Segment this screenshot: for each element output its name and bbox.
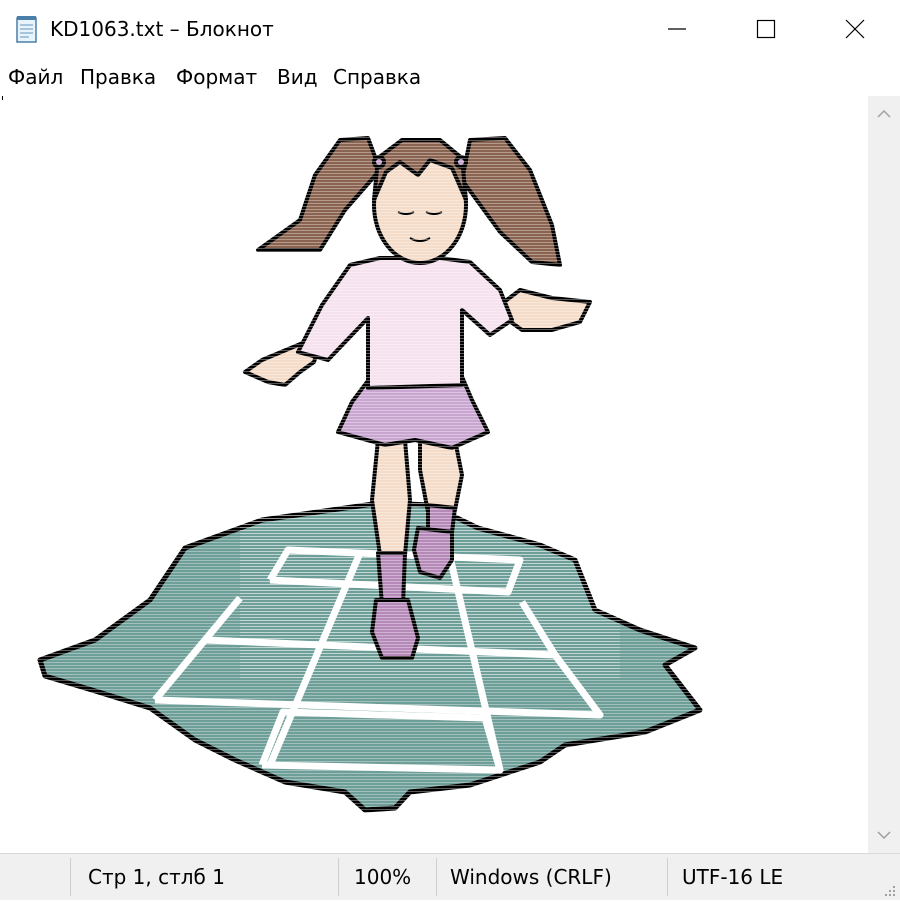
- status-bar: Стр 1, стлб 1 100% Windows (CRLF) UTF-16…: [0, 853, 900, 900]
- menu-file[interactable]: Файл: [8, 63, 63, 91]
- close-icon: [845, 19, 865, 39]
- scroll-down-button[interactable]: [868, 819, 900, 853]
- status-divider: [70, 858, 71, 896]
- cursor-position: Стр 1, стлб 1: [88, 865, 225, 889]
- vertical-scrollbar[interactable]: [868, 96, 900, 853]
- menu-help[interactable]: Справка: [333, 63, 421, 91]
- close-button[interactable]: [810, 0, 900, 58]
- minimize-icon: [668, 28, 686, 30]
- menu-view[interactable]: Вид: [277, 63, 318, 91]
- hopscotch-girl-illustration: [30, 120, 720, 820]
- menu-bar: Файл Правка Формат Вид Справка: [0, 58, 900, 96]
- chevron-up-icon: [877, 109, 891, 118]
- zoom-level: 100%: [354, 865, 412, 889]
- notepad-icon: [14, 14, 40, 44]
- chevron-down-icon: [877, 831, 891, 840]
- resize-grip-icon[interactable]: [882, 882, 896, 896]
- menu-edit[interactable]: Правка: [80, 63, 156, 91]
- status-divider: [338, 858, 339, 896]
- maximize-button[interactable]: [721, 0, 811, 58]
- encoding: UTF-16 LE: [682, 865, 784, 889]
- status-divider: [436, 858, 437, 896]
- status-divider: [667, 858, 668, 896]
- minimize-button[interactable]: [632, 0, 722, 58]
- line-ending: Windows (CRLF): [450, 865, 612, 889]
- maximize-icon: [756, 19, 776, 39]
- menu-format[interactable]: Формат: [176, 63, 257, 91]
- scroll-up-button[interactable]: [868, 96, 900, 130]
- text-area[interactable]: [0, 96, 868, 853]
- window-title: KD1063.txt – Блокнот: [50, 17, 274, 41]
- title-bar: KD1063.txt – Блокнот: [0, 0, 900, 58]
